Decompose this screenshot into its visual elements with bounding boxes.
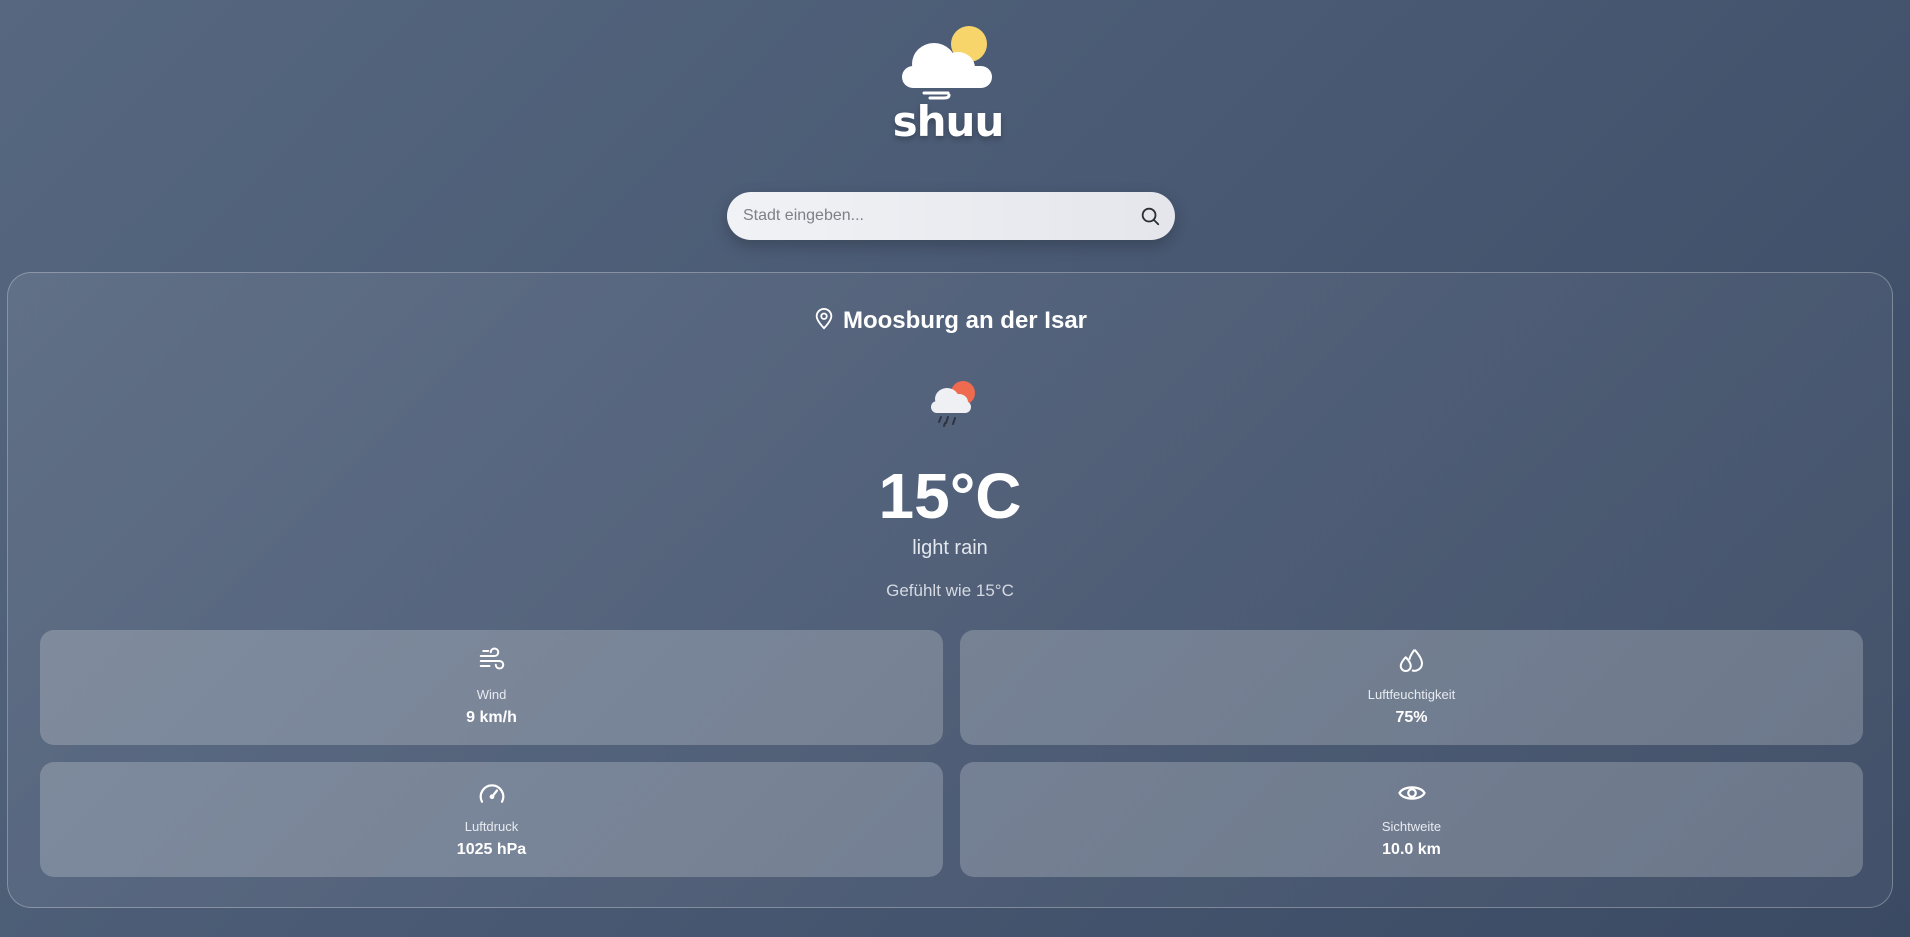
map-pin-icon xyxy=(815,308,833,330)
weather-card: Moosburg an der Isar 15°C light rain Gef… xyxy=(7,272,1893,908)
visibility-value: 10.0 km xyxy=(1382,841,1441,858)
temperature: 15°C xyxy=(878,460,1022,532)
pressure-label: Luftdruck xyxy=(464,819,519,834)
city-search-input[interactable] xyxy=(743,192,1123,240)
feels-like: Gefühlt wie 15°C xyxy=(886,581,1014,600)
app-logo: shuu xyxy=(890,22,1006,146)
wind-tile: Wind 9 km/h xyxy=(40,630,943,745)
humidity-droplets-icon xyxy=(1399,649,1423,672)
visibility-tile: Sichtweite 10.0 km xyxy=(960,762,1863,877)
wind-label: Wind xyxy=(476,687,507,702)
app-name: shuu xyxy=(892,97,1005,146)
humidity-tile: Luftfeuchtigkeit 75% xyxy=(960,630,1863,745)
eye-icon xyxy=(1397,786,1426,800)
weather-description: light rain xyxy=(912,537,988,559)
location-name: Moosburg an der Isar xyxy=(842,307,1088,334)
humidity-value: 75% xyxy=(1395,709,1428,726)
cloud-sun-logo-icon xyxy=(902,26,992,100)
wind-icon xyxy=(479,647,504,670)
pressure-tile: Luftdruck 1025 hPa xyxy=(40,762,943,877)
pressure-value: 1025 hPa xyxy=(456,841,527,858)
search-icon[interactable] xyxy=(1139,205,1161,227)
visibility-label: Sichtweite xyxy=(1381,819,1442,834)
search-bar xyxy=(727,192,1175,240)
rain-cloud-sun-icon xyxy=(923,373,983,429)
location-heading: Moosburg an der Isar xyxy=(8,307,1892,335)
pressure-gauge-icon xyxy=(479,784,504,803)
humidity-label: Luftfeuchtigkeit xyxy=(1367,687,1456,702)
wind-value: 9 km/h xyxy=(466,709,517,726)
